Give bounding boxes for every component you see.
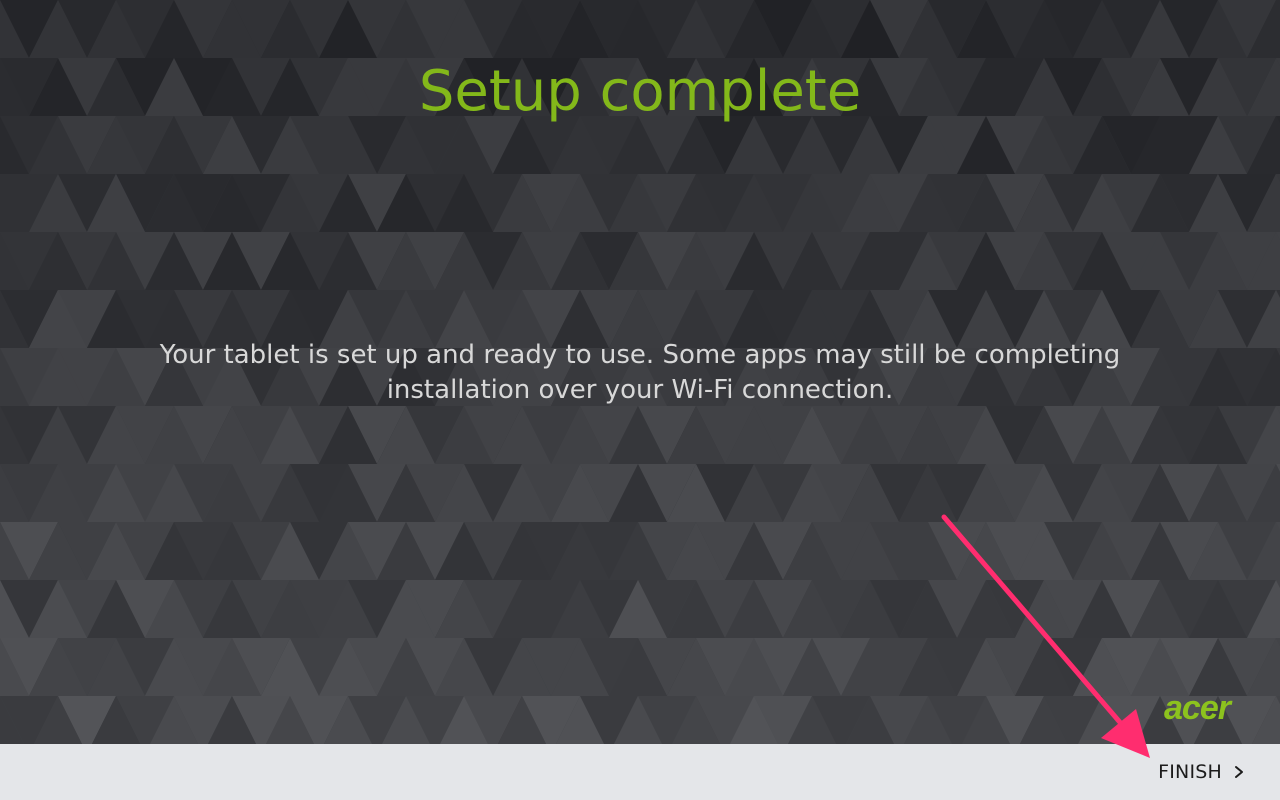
finish-button-label: FINISH — [1158, 761, 1222, 783]
acer-logo-icon: acer — [1164, 689, 1234, 727]
svg-text:acer: acer — [1164, 689, 1233, 727]
finish-button[interactable]: FINISH — [1150, 752, 1254, 792]
bottom-navigation-bar: FINISH — [0, 744, 1280, 800]
page-title: Setup complete — [418, 59, 862, 124]
chevron-right-icon — [1235, 766, 1243, 778]
setup-complete-screen: Setup complete Your tablet is set up and… — [0, 0, 1280, 800]
setup-message: Your tablet is set up and ready to use. … — [159, 340, 1121, 405]
